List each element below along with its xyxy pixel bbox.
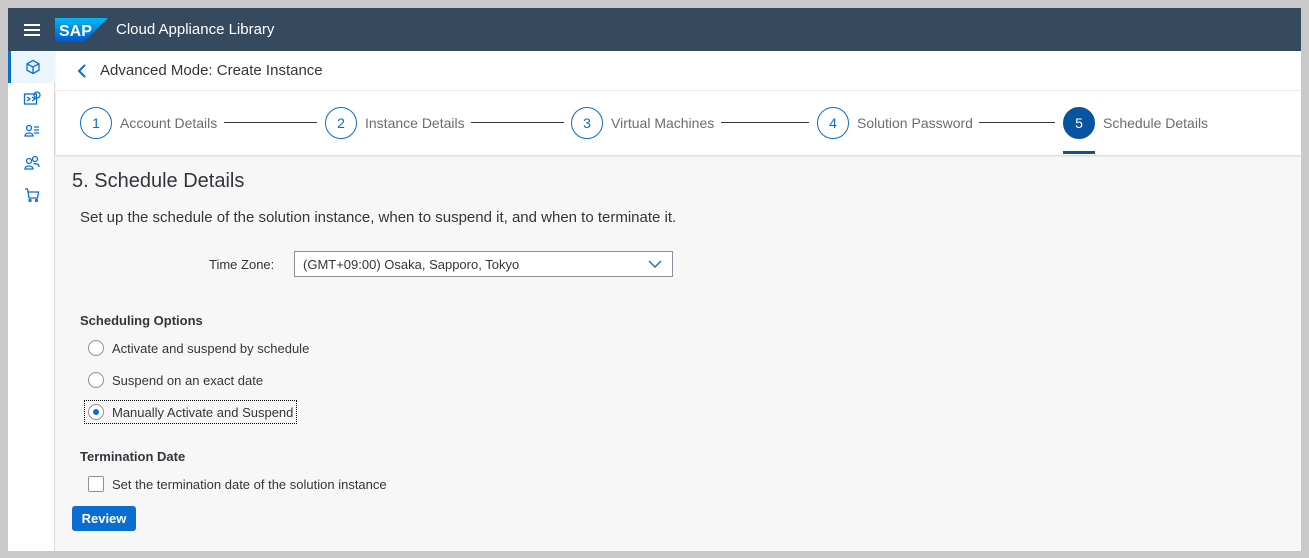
radio-activate-suspend-schedule[interactable]: Activate and suspend by schedule (88, 340, 309, 356)
step-connector (224, 122, 317, 123)
back-button[interactable] (74, 63, 90, 79)
section-title: 5. Schedule Details (72, 170, 245, 192)
checkbox-label: Set the termination date of the solution… (112, 476, 387, 492)
chevron-left-icon (77, 63, 86, 78)
wizard-step-5[interactable]: 5 Schedule Details (1063, 107, 1208, 139)
cart-icon (24, 188, 39, 203)
sap-logo-text: SAP (59, 23, 92, 40)
radio-button[interactable] (88, 340, 104, 356)
shell-bar: SAP Cloud Appliance Library (8, 8, 1301, 51)
step-number: 5 (1063, 107, 1095, 139)
step-label: Virtual Machines (611, 115, 715, 131)
radio-label: Manually Activate and Suspend (112, 404, 294, 420)
radio-button[interactable] (88, 404, 104, 420)
user-list-icon (23, 124, 39, 137)
group-icon (23, 155, 40, 170)
chevron-down-icon (648, 260, 662, 268)
step-label: Solution Password (857, 115, 973, 131)
radio-label: Suspend on an exact date (112, 372, 264, 388)
sap-logo[interactable]: SAP (55, 17, 108, 42)
timezone-select[interactable]: (GMT+09:00) Osaka, Sapporo, Tokyo (294, 251, 673, 277)
step-connector (979, 122, 1055, 123)
wizard-step-2[interactable]: 2 Instance Details (325, 107, 465, 139)
wizard-progress: 1 Account Details 2 Instance Details 3 V… (56, 91, 1301, 155)
app-title: Cloud Appliance Library (116, 21, 275, 38)
solutions-icon (23, 91, 41, 105)
radio-suspend-exact-date[interactable]: Suspend on an exact date (88, 372, 263, 388)
nav-item-instances[interactable] (8, 51, 55, 83)
nav-item-solutions[interactable] (8, 83, 55, 115)
step-connector (721, 122, 809, 123)
wizard-step-3[interactable]: 3 Virtual Machines (571, 107, 714, 139)
termination-date-checkbox[interactable] (88, 476, 104, 492)
side-navigation (8, 51, 55, 551)
page-title: Advanced Mode: Create Instance (100, 62, 323, 79)
menu-icon[interactable] (24, 23, 42, 37)
page-header: Advanced Mode: Create Instance (56, 51, 1301, 91)
termination-date-checkbox-row[interactable]: Set the termination date of the solution… (88, 476, 387, 492)
main-content: Advanced Mode: Create Instance 1 Account… (56, 51, 1301, 551)
wizard-step-4[interactable]: 4 Solution Password (817, 107, 973, 139)
nav-item-accounts[interactable] (8, 115, 55, 147)
step-number: 1 (80, 107, 112, 139)
radio-label: Activate and suspend by schedule (112, 340, 310, 356)
wizard-step-1[interactable]: 1 Account Details (80, 107, 217, 139)
timezone-value: (GMT+09:00) Osaka, Sapporo, Tokyo (303, 256, 520, 272)
cube-icon (26, 59, 40, 75)
termination-date-title: Termination Date (80, 449, 186, 464)
app-frame: SAP Cloud Appliance Library Advanced Mod… (8, 8, 1301, 551)
step-number: 4 (817, 107, 849, 139)
step-label: Account Details (120, 115, 218, 131)
step-number: 2 (325, 107, 357, 139)
radio-button[interactable] (88, 372, 104, 388)
review-button[interactable]: Review (72, 506, 136, 531)
nav-item-store[interactable] (8, 179, 55, 211)
step-number: 3 (571, 107, 603, 139)
current-step-indicator (1063, 151, 1095, 154)
scheduling-options-title: Scheduling Options (80, 313, 203, 328)
step-connector (471, 122, 564, 123)
section-description: Set up the schedule of the solution inst… (80, 209, 677, 226)
step-label: Instance Details (365, 115, 465, 131)
timezone-label: Time Zone: (209, 257, 275, 272)
radio-manually-activate-suspend[interactable]: Manually Activate and Suspend (83, 400, 298, 424)
nav-item-users[interactable] (8, 147, 55, 179)
step-label: Schedule Details (1103, 115, 1209, 131)
